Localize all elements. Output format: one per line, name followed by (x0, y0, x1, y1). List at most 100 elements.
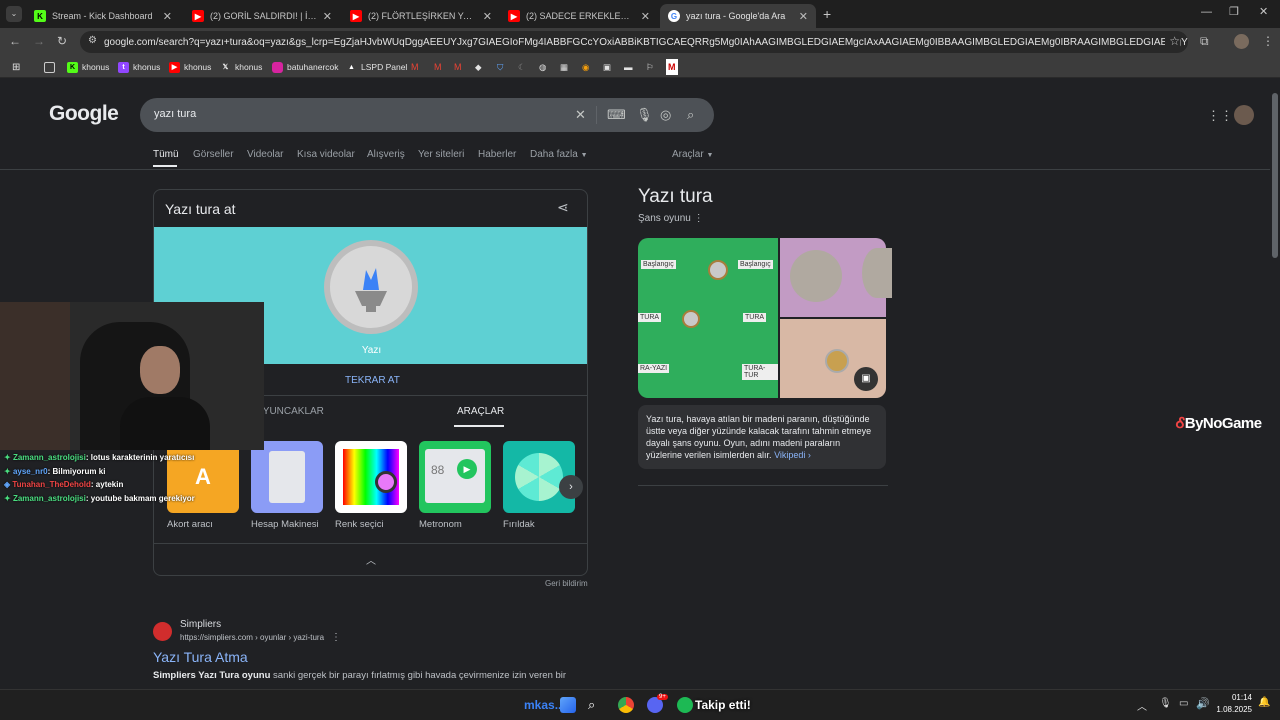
account-avatar[interactable] (1234, 105, 1254, 125)
close-icon[interactable]: ✕ (483, 10, 492, 23)
result-site-name[interactable]: Simpliers (180, 619, 221, 630)
profile-avatar[interactable] (1234, 34, 1249, 49)
tab-kick[interactable]: K Stream - Kick Dashboard ✕ (26, 4, 180, 28)
gmail-icon[interactable]: M (454, 59, 462, 75)
minimize-icon[interactable]: — (1201, 6, 1212, 18)
tab-youtube-3[interactable]: ▶ (2) SADECE ERKEKLERİN ANLAD...✕ (500, 4, 658, 28)
game-icon[interactable]: ◉ (582, 59, 589, 75)
clock-date[interactable]: 1.08.2025 (1210, 705, 1252, 714)
coin-icon[interactable] (324, 240, 418, 334)
carousel-next-icon[interactable]: › (559, 475, 583, 499)
terminal-icon[interactable]: ▬ (624, 59, 633, 75)
coins-photo-image[interactable] (780, 238, 892, 317)
tab-places[interactable]: Yer siteleri (418, 149, 464, 160)
gmail-icon[interactable]: M (434, 59, 442, 75)
window-close-icon[interactable]: ✕ (1259, 5, 1268, 18)
calculator-icon (269, 451, 305, 503)
search-input[interactable]: yazı tura (154, 108, 196, 120)
tab-shopping[interactable]: Alışveriş (367, 149, 405, 160)
wikipedia-link[interactable]: Vikipedi › (774, 450, 811, 460)
chrome-icon[interactable] (618, 697, 634, 713)
forward-arrow-icon[interactable]: → (33, 34, 45, 48)
bookmark-x[interactable]: 𝕏khonus (220, 59, 263, 75)
diamond-icon[interactable]: ◆ (475, 59, 482, 75)
feedback-link[interactable]: Geri bildirim (545, 579, 588, 588)
globe-icon[interactable]: ◍ (539, 59, 546, 75)
m-brand-icon[interactable]: M (666, 59, 678, 75)
google-logo[interactable]: Google (49, 102, 119, 126)
tab-images[interactable]: Görseller (193, 149, 234, 160)
result-more-icon[interactable]: ⋮ (331, 632, 341, 643)
tab-list-chevron-icon[interactable]: ⌄ (6, 6, 22, 22)
alert-username: mkas... (524, 698, 565, 712)
tab-toys[interactable]: OYUNCAKLAR (255, 406, 324, 417)
bookmark-twitch[interactable]: t khonus (118, 59, 160, 75)
search-icon[interactable]: ⌕ (588, 697, 604, 713)
extensions-icon[interactable]: ⧉ (1200, 34, 1209, 49)
menu-kebab-icon[interactable]: ⋮ (1262, 34, 1274, 48)
tab-youtube-2[interactable]: ▶ (2) FLÖRTLEŞİRKEN YAŞANAN EN...✕ (342, 4, 500, 28)
tab-more[interactable]: Daha fazla ▼ (530, 149, 588, 160)
close-icon[interactable]: ✕ (323, 10, 332, 23)
moon-icon[interactable]: ☾ (518, 59, 526, 75)
bookmark-folder[interactable] (44, 59, 59, 75)
address-bar[interactable]: ⚙ google.com/search?q=yazı+tura&oq=yazı&… (80, 31, 1188, 53)
close-icon[interactable]: ✕ (641, 10, 650, 23)
apps-grid-icon[interactable]: ⊞ (12, 59, 20, 75)
chat-message: ✦ ayse_nr0: Bilmiyorum ki (4, 466, 106, 476)
result-snippet: Simpliers Yazı Tura oyunu sanki gerçek b… (153, 670, 567, 681)
retry-button[interactable]: TEKRAR AT (345, 375, 400, 386)
search-box[interactable]: yazı tura ✕ ⌨ 🎙 ◎ ⌕ (140, 98, 714, 132)
site-info-icon[interactable]: ⚙ (88, 35, 97, 46)
bookmark-youtube[interactable]: ▶ khonus (169, 59, 211, 75)
tab-videos[interactable]: Videolar (247, 149, 284, 160)
bookmark-instagram[interactable]: batuhanercok (272, 59, 339, 75)
shield-icon[interactable]: ⛉ (497, 59, 503, 75)
more-vert-icon[interactable]: ⋮ (694, 213, 704, 224)
microphone-icon[interactable]: 🎙 (1159, 698, 1172, 709)
tab-tools[interactable]: ARAÇLAR (457, 406, 504, 417)
volume-icon[interactable]: 🔊 (1196, 697, 1210, 710)
chevron-up-icon[interactable]: ︿ (1137, 698, 1147, 713)
tab-news[interactable]: Haberler (478, 149, 516, 160)
back-arrow-icon[interactable]: ← (9, 34, 21, 48)
coin-icon (682, 310, 700, 328)
bookmark-kick[interactable]: Kkhonus (67, 59, 109, 75)
new-tab-plus-icon[interactable]: + (823, 6, 831, 22)
reload-icon[interactable]: ↻ (57, 34, 67, 48)
color-picker-tool[interactable] (335, 441, 407, 513)
collapse-chevron-icon[interactable]: ︿ (366, 552, 376, 567)
car-icon[interactable]: ▣ (603, 59, 611, 75)
tuner-icon: A (195, 464, 211, 489)
result-title-link[interactable]: Yazı Tura Atma (153, 649, 248, 665)
keyboard-icon[interactable]: ⌨ (607, 107, 626, 123)
coin-toss-diagram-image[interactable]: Başlangıç Başlangıç TURA TURA RA-YAZI TU… (638, 238, 778, 398)
hand-coin-photo-image[interactable]: ▣ (780, 319, 886, 398)
share-icon[interactable]: ⋖ (557, 199, 569, 216)
clear-icon[interactable]: ✕ (575, 107, 586, 123)
tab-short-videos[interactable]: Kısa videolar (297, 149, 355, 160)
flag-icon[interactable]: ⚐ (646, 59, 654, 75)
kp-subtitle: Şans oyunu ⋮ (638, 213, 704, 224)
network-icon[interactable]: ▭ (1179, 698, 1188, 709)
calculator-tool[interactable] (251, 441, 323, 513)
restore-icon[interactable]: ❐ (1229, 5, 1239, 18)
metronome-tool[interactable]: 88 ▶ (419, 441, 491, 513)
tab-google-active[interactable]: G yazı tura - Google'da Ara ✕ (660, 4, 816, 28)
bookmark-lspd[interactable]: ▲ LSPD Panel (346, 59, 407, 75)
result-url[interactable]: https://simpliers.com › oyunlar › yazi-t… (180, 633, 324, 642)
calendar-icon[interactable]: ▦ (560, 59, 568, 75)
scrollbar[interactable] (1272, 93, 1278, 258)
close-icon[interactable]: ✕ (163, 10, 172, 23)
close-icon[interactable]: ✕ (799, 10, 808, 23)
notification-bell-icon[interactable]: 🔔 (1258, 697, 1270, 708)
spotify-icon[interactable] (677, 697, 693, 713)
clock-time[interactable]: 01:14 (1222, 693, 1252, 702)
gmail-icon[interactable]: M (411, 59, 419, 75)
windows-start-icon[interactable] (560, 697, 576, 713)
bookmark-star-icon[interactable]: ☆ (1165, 34, 1180, 48)
tab-youtube-1[interactable]: ▶ (2) GORİL SALDIRDI! | İNSAN VE...✕ (184, 4, 340, 28)
tab-all[interactable]: Tümü (153, 149, 179, 160)
metronome-icon: 88 (431, 463, 445, 477)
image-gallery-icon[interactable]: ▣ (854, 367, 878, 391)
